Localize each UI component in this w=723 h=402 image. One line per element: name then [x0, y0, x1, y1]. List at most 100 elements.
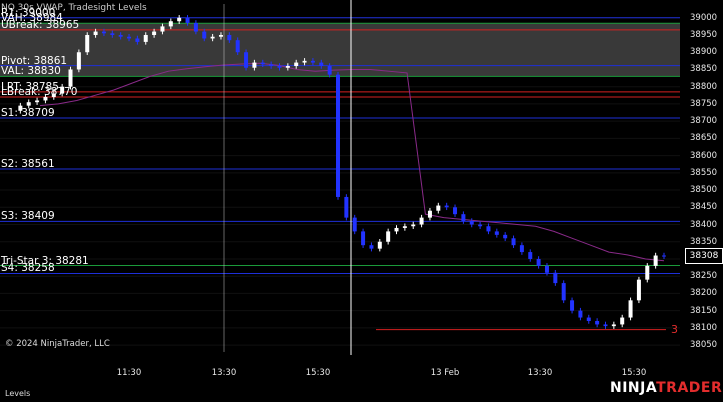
price-tick-6: 38700 [690, 116, 718, 127]
candle-body-45 [386, 231, 391, 242]
candle-body-65 [553, 272, 558, 284]
price-tick-7: 38650 [690, 133, 718, 144]
candle-body-8 [76, 52, 81, 70]
time-tick-0: 11:30 [116, 368, 142, 378]
price-tick-1: 38950 [690, 30, 718, 40]
candle-body-29 [252, 62, 257, 68]
current-price-flag: 38308 [685, 248, 723, 265]
candle-body-44 [377, 241, 382, 249]
candle-body-41 [352, 217, 357, 232]
level-label-8: S2: 38561 [1, 158, 55, 171]
candle-body-30 [260, 62, 265, 65]
price-tick-0: 39000 [690, 12, 718, 23]
candle-body-22 [193, 22, 198, 32]
price-tick-13: 38350 [690, 236, 718, 247]
candle-body-42 [361, 231, 366, 246]
panel-label: Levels [5, 389, 31, 398]
candle-body-28 [244, 52, 249, 68]
level-label-11: S4: 38258 [1, 262, 55, 275]
price-tick-11: 38450 [690, 202, 718, 213]
time-tick-1: 13:30 [211, 368, 237, 378]
candle-body-52 [444, 205, 449, 208]
candle-body-13 [118, 35, 123, 37]
candle-body-3 [35, 100, 40, 103]
candle-body-35 [302, 60, 307, 63]
candle-body-21 [185, 17, 190, 23]
candle-body-68 [578, 310, 583, 318]
candle-body-19 [168, 21, 173, 27]
candle-body-33 [285, 66, 290, 68]
candle-body-38 [327, 66, 332, 75]
candle-body-77 [653, 255, 658, 266]
candle-body-61 [519, 245, 524, 253]
price-tick-15: 38250 [690, 271, 718, 282]
candle-body-46 [394, 227, 399, 232]
candle-body-58 [494, 231, 499, 235]
price-tick-19: 38050 [690, 340, 718, 351]
price-tick-18: 38100 [690, 322, 718, 333]
candle-body-12 [110, 33, 115, 36]
candle-body-9 [85, 35, 90, 53]
price-tick-10: 38500 [690, 185, 718, 196]
candle-body-78 [662, 255, 666, 257]
candle-body-64 [544, 265, 549, 273]
candle-body-34 [294, 62, 299, 67]
vwap-line [39, 62, 665, 262]
time-tick-4: 13:30 [527, 368, 553, 378]
candle-body-20 [177, 17, 182, 22]
candle-body-50 [427, 210, 432, 218]
candle-body-15 [135, 38, 140, 42]
candle-body-49 [419, 217, 424, 225]
candle-body-26 [227, 35, 232, 41]
candle-body-17 [152, 31, 157, 36]
candle-body-76 [645, 265, 650, 280]
candle-body-25 [218, 35, 223, 37]
price-tick-12: 38400 [690, 219, 718, 230]
red-marker-label: 3 [671, 322, 678, 336]
price-tick-8: 38600 [690, 150, 718, 161]
candle-body-56 [478, 224, 483, 227]
candle-body-48 [411, 224, 416, 227]
time-tick-3: 13 Feb [430, 368, 460, 378]
candle-body-18 [160, 26, 165, 32]
ninjatrader-logo: NINJATRADER [610, 380, 722, 396]
level-label-2: UBreak: 38965 [1, 18, 80, 31]
candle-body-71 [603, 324, 608, 327]
level-label-7: S1: 38709 [1, 107, 55, 120]
price-tick-2: 38900 [690, 47, 718, 58]
candle-body-40 [344, 196, 349, 218]
candle-body-59 [503, 234, 508, 239]
candle-body-55 [469, 221, 474, 225]
price-tick-16: 38200 [690, 288, 718, 299]
candle-body-23 [202, 31, 207, 39]
price-tick-4: 38800 [690, 81, 718, 92]
price-tick-3: 38850 [690, 64, 718, 75]
brand-part-1: NINJA [610, 380, 657, 396]
candle-body-7 [68, 69, 73, 87]
candle-body-24 [210, 36, 215, 39]
candle-body-54 [461, 214, 466, 222]
level-label-4: VAL: 38830 [1, 65, 61, 78]
candle-body-11 [101, 31, 106, 34]
candle-body-27 [235, 40, 240, 53]
candle-body-39 [336, 74, 340, 197]
price-tick-5: 38750 [690, 98, 718, 109]
candle-body-16 [143, 35, 148, 42]
candle-body-53 [453, 207, 458, 215]
candle-body-51 [436, 205, 441, 211]
candle-body-75 [636, 279, 641, 301]
price-tick-9: 38550 [690, 167, 718, 178]
candle-body-70 [595, 320, 600, 325]
candle-body-73 [620, 317, 625, 325]
candle-body-69 [586, 317, 591, 321]
candle-body-36 [310, 60, 315, 63]
candle-body-31 [269, 64, 274, 67]
candle-body-63 [536, 258, 541, 266]
value-area-band [0, 23, 680, 77]
candle-body-66 [561, 283, 566, 301]
level-label-6: LBreak: 38770 [1, 86, 78, 99]
brand-part-2: TRADER [656, 380, 723, 396]
copyright-text: © 2024 NinjaTrader, LLC [5, 339, 110, 349]
time-tick-2: 15:30 [305, 368, 331, 378]
candle-body-47 [402, 226, 407, 228]
